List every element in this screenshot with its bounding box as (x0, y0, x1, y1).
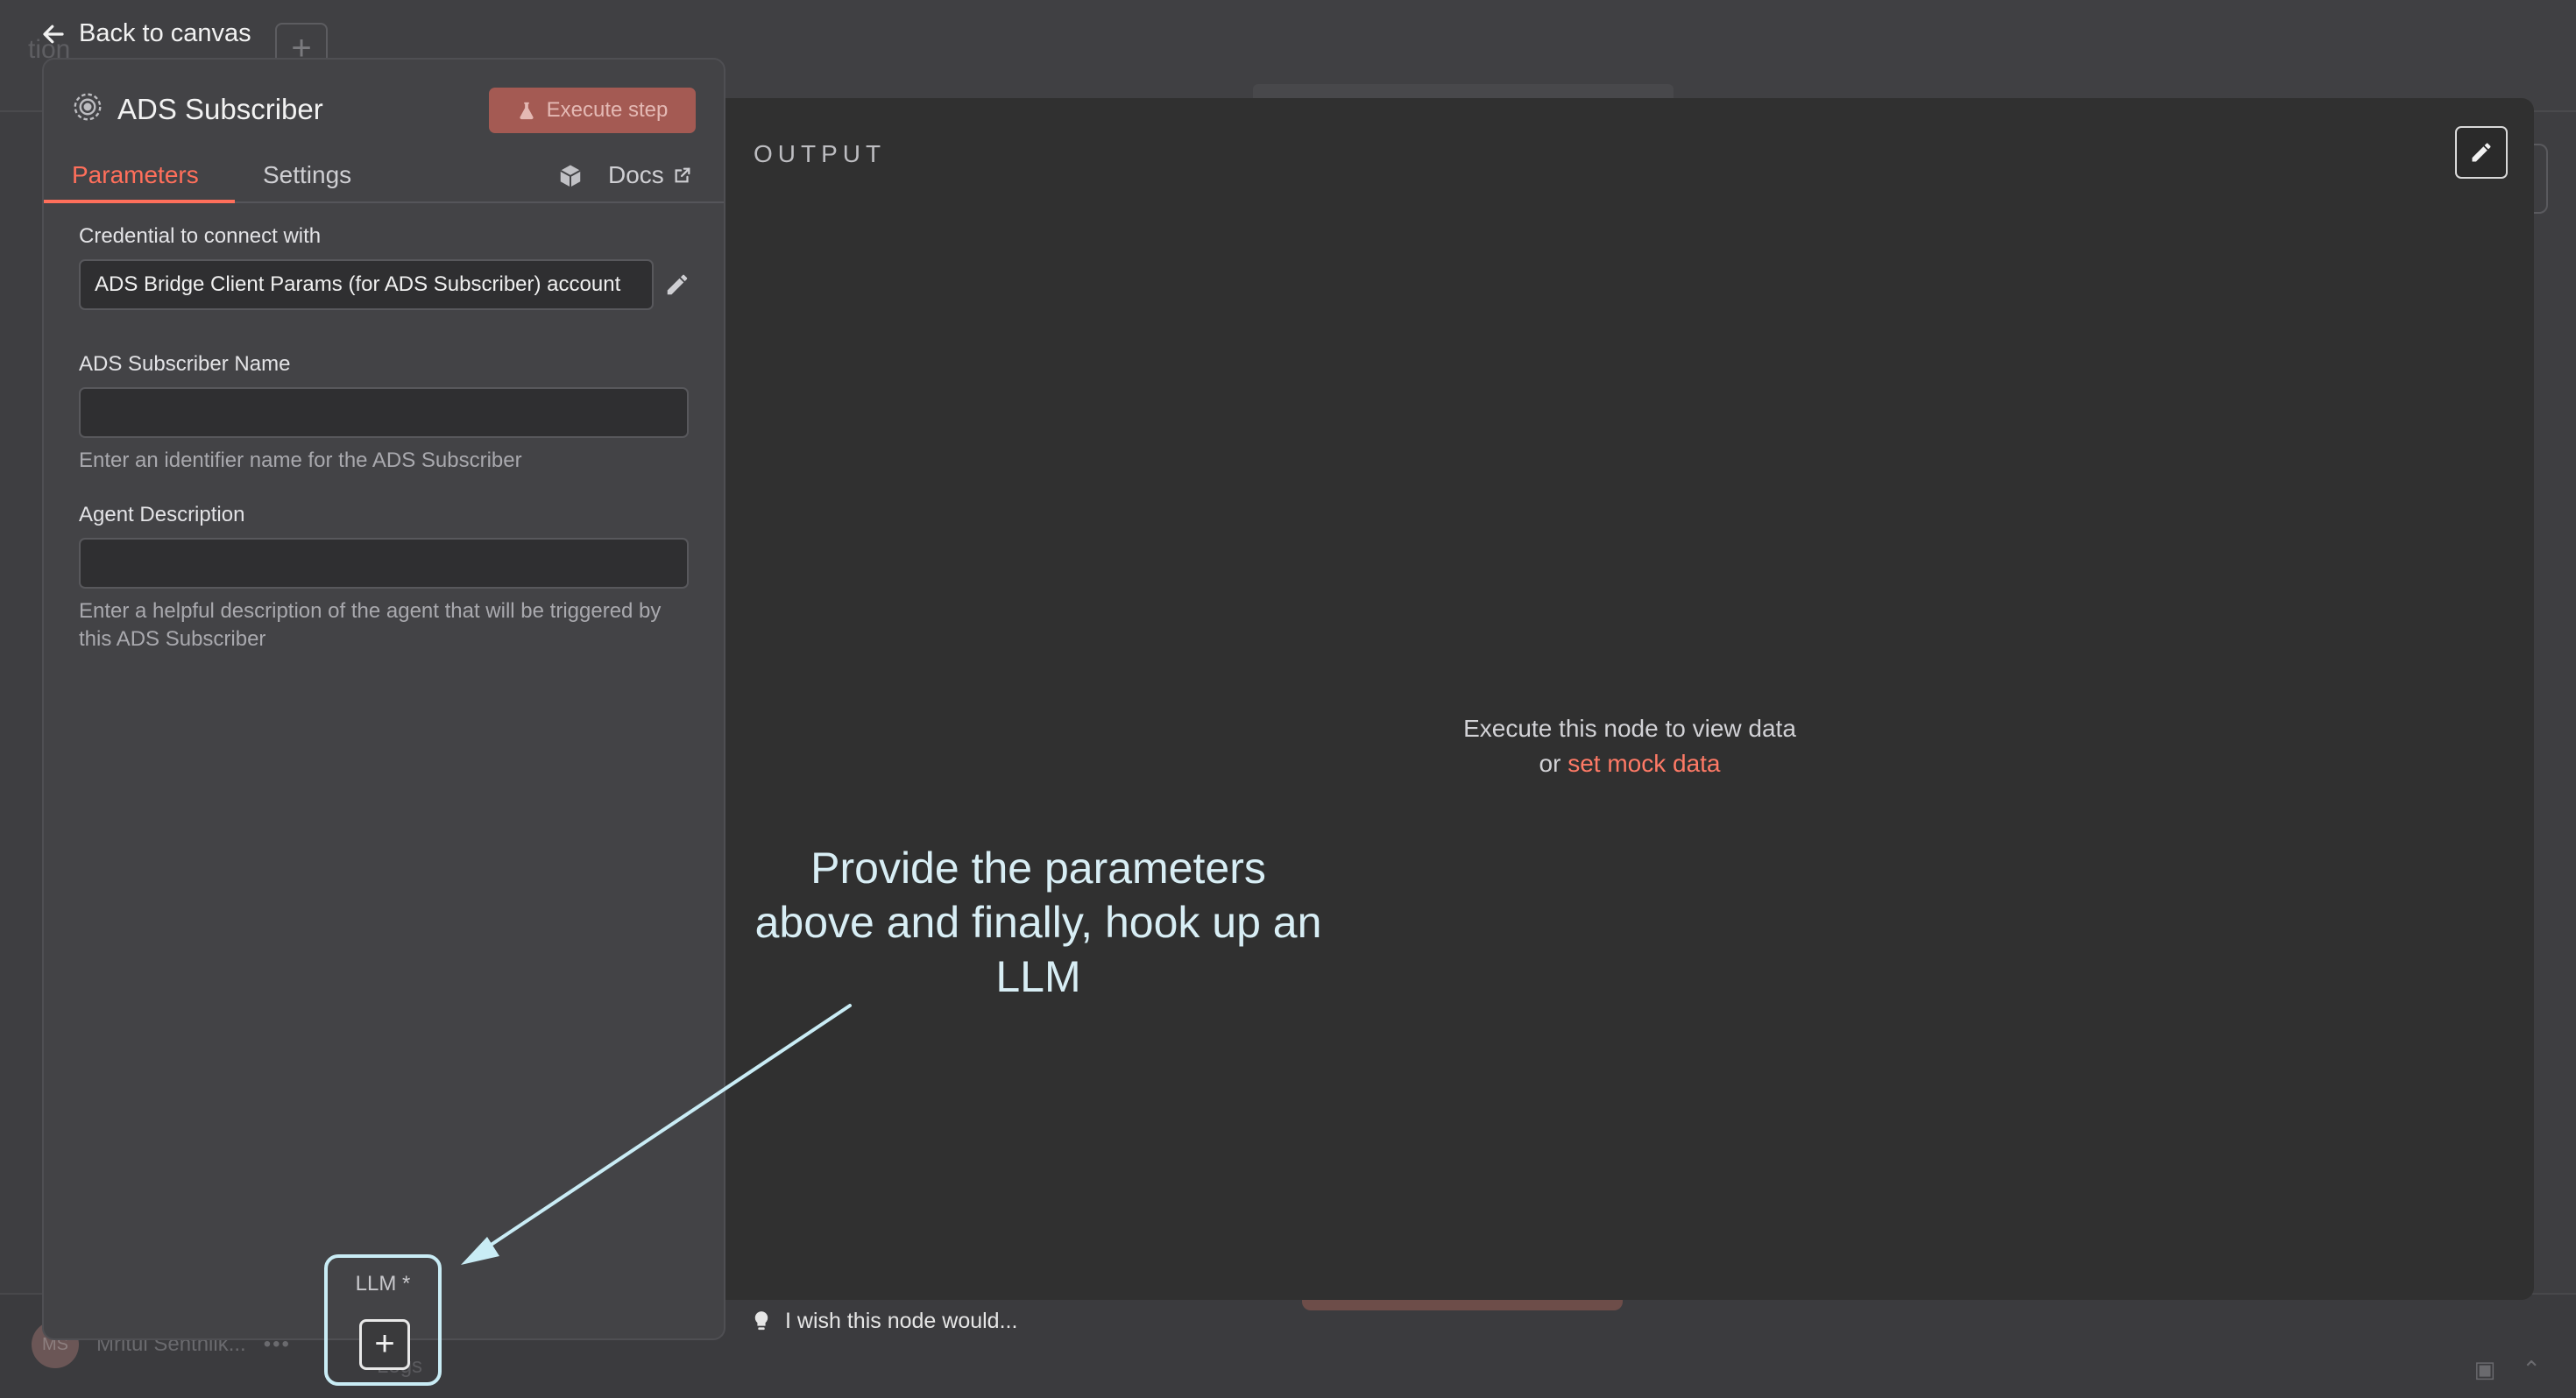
node-parameters-panel: ADS Subscriber Execute step Parameters S… (42, 58, 725, 1340)
docs-label: Docs (608, 161, 664, 188)
edit-credential-icon[interactable] (664, 272, 690, 298)
panel-header: ADS Subscriber Execute step (44, 60, 724, 154)
lightbulb-icon (754, 1310, 768, 1330)
footer-icons: ▣ ⌃ (2474, 1356, 2541, 1383)
subscriber-name-hint: Enter an identifier name for the ADS Sub… (79, 448, 522, 472)
broadcast-icon (74, 93, 102, 121)
feedback-link[interactable]: I wish this node would... (752, 1309, 1017, 1334)
tab-parameters[interactable]: Parameters (72, 161, 199, 189)
execute-step-button[interactable]: Execute step (489, 88, 696, 133)
back-to-canvas-label: Back to canvas (79, 19, 251, 47)
node-title: ADS Subscriber (117, 93, 323, 125)
back-to-canvas-link[interactable]: Back to canvas (40, 19, 251, 48)
llm-connector: LLM * + (324, 1254, 442, 1386)
subscriber-name-input[interactable] (79, 387, 689, 438)
credential-select[interactable]: ADS Bridge Client Params (for ADS Subscr… (79, 259, 654, 310)
execute-step-label: Execute step (546, 98, 669, 122)
agent-description-hint: Enter a helpful description of the agent… (79, 599, 662, 651)
credential-row: ADS Bridge Client Params (for ADS Subscr… (79, 259, 692, 310)
parameters-form: Credential to connect with ADS Bridge Cl… (79, 224, 692, 653)
active-tab-indicator (44, 200, 235, 203)
output-empty-state: Execute this node to view data or set mo… (725, 711, 2534, 781)
agent-description-label: Agent Description (79, 503, 245, 526)
pencil-icon (2472, 143, 2491, 162)
feedback-text: I wish this node would... (785, 1309, 1018, 1333)
edit-output-button[interactable] (2455, 126, 2508, 179)
tutorial-annotation: Provide the parameters above and finally… (754, 844, 1322, 1001)
cube-icon[interactable] (557, 163, 584, 189)
llm-connector-label: LLM * (355, 1272, 411, 1296)
flask-icon (520, 102, 534, 120)
set-mock-data-link[interactable]: set mock data (1568, 750, 1720, 777)
output-panel: OUTPUT Execute this node to view data or… (725, 98, 2534, 1300)
empty-state-or: or (1539, 750, 1561, 777)
empty-state-message: Execute this node to view data (1463, 715, 1796, 742)
panel-tabs: Parameters Settings Docs (44, 154, 724, 203)
tab-settings[interactable]: Settings (263, 161, 351, 189)
empty-state-alt: or set mock data (725, 746, 2534, 781)
external-link-icon (675, 167, 690, 183)
arrow-left-icon (43, 25, 64, 43)
add-llm-button[interactable]: + (359, 1319, 410, 1370)
output-title: OUTPUT (754, 140, 887, 167)
agent-description-input[interactable] (79, 538, 689, 589)
credential-label: Credential to connect with (79, 224, 322, 248)
docs-link[interactable]: Docs (608, 161, 692, 189)
image-icon: ▣ (2473, 1356, 2496, 1382)
subscriber-name-label: ADS Subscriber Name (79, 352, 291, 376)
chevron-up-icon: ⌃ (2522, 1356, 2541, 1382)
